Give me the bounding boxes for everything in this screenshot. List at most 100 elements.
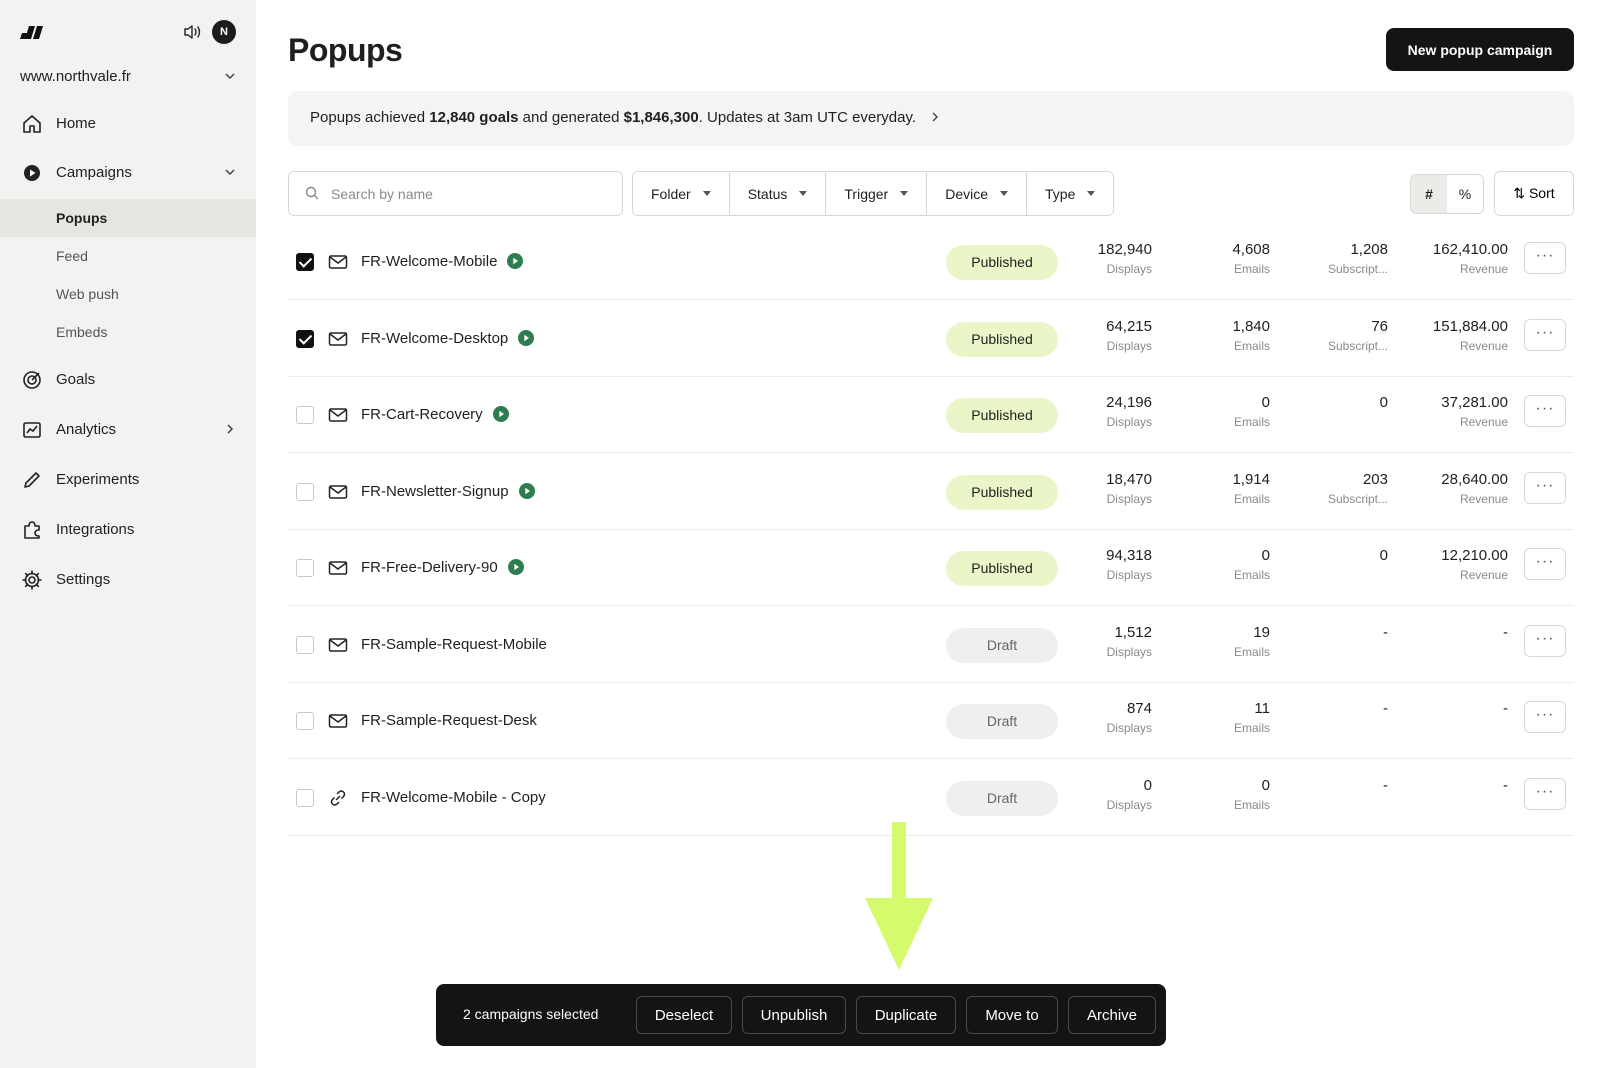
campaign-name: FR-Welcome-Desktop (361, 329, 509, 347)
more-options-button[interactable]: ··· (1524, 242, 1566, 274)
metric-value: 162,410.00 (1432, 241, 1508, 258)
campaign-name-cell[interactable]: FR-Welcome-Desktop (361, 329, 535, 347)
metric-label: Revenue (1459, 568, 1508, 582)
campaign-name-cell[interactable]: FR-Free-Delivery-90 (361, 559, 524, 576)
deselect-button[interactable]: Deselect (636, 996, 732, 1034)
subnav-item-feed[interactable]: Feed (0, 237, 256, 275)
metric-value: 0 (1143, 776, 1152, 794)
table-row[interactable]: FR-Cart-Recovery Published 24,196 Displays 0… (288, 377, 1574, 453)
campaign-name-cell[interactable]: FR-Cart-Recovery (361, 406, 509, 423)
mail-icon (328, 561, 348, 575)
metric-value: - (1383, 776, 1388, 794)
filter-type[interactable]: Type (1027, 172, 1114, 215)
emails-metric: 0 Emails (1150, 777, 1270, 812)
brand-logo-icon[interactable] (20, 24, 48, 42)
row-checkbox[interactable] (296, 635, 314, 654)
subscriptions-metric: - (1268, 624, 1388, 645)
subnav-label: Web push (56, 286, 119, 302)
row-checkbox[interactable] (296, 788, 314, 807)
speaker-icon[interactable] (183, 24, 203, 40)
nav-item-home[interactable]: Home (0, 103, 256, 143)
gear-icon (22, 570, 42, 590)
banner-revenue: $1,846,300 (623, 109, 699, 126)
row-checkbox[interactable] (296, 329, 314, 348)
filter-trigger[interactable]: Trigger (826, 172, 928, 215)
metric-label: Displays (1106, 644, 1152, 659)
subnav-label: Popups (56, 210, 108, 226)
more-options-button[interactable]: ··· (1524, 777, 1566, 810)
row-checkbox[interactable] (296, 406, 314, 424)
metric-value: 0 (1379, 394, 1388, 411)
table-row[interactable]: FR-Welcome-Desktop Published 64,215 Display… (288, 301, 1574, 377)
table-row[interactable]: FR-Sample-Request-Mobile Draft 1,512 Displa… (288, 607, 1574, 683)
subscriptions-metric: 76 Subscript... (1268, 318, 1388, 353)
nav-label: Analytics (56, 421, 117, 438)
archive-button[interactable]: Archive (1068, 996, 1156, 1034)
chevron-down-icon (225, 169, 235, 176)
campaign-name-cell[interactable]: FR-Sample-Request-Mobile (361, 636, 547, 653)
stats-banner[interactable]: Popups achieved 12,840 goals and generat… (288, 91, 1574, 146)
new-popup-campaign-button[interactable]: New popup campaign (1386, 28, 1574, 71)
nav-item-goals[interactable]: Goals (0, 359, 256, 399)
table-row[interactable]: FR-Free-Delivery-90 Published 94,318 Displa… (288, 530, 1574, 606)
nav-item-settings[interactable]: Settings (0, 559, 256, 599)
campaign-name-cell[interactable]: FR-Welcome-Mobile (361, 253, 524, 270)
more-options-button[interactable]: ··· (1524, 318, 1566, 351)
unpublish-button[interactable]: Unpublish (742, 996, 846, 1034)
toggle-percent[interactable]: % (1447, 175, 1483, 213)
emails-metric: 1,840 Emails (1150, 318, 1270, 353)
more-options-button[interactable]: ··· (1524, 548, 1566, 580)
filter-label: Device (945, 185, 989, 202)
table-row[interactable]: FR-Welcome-Mobile Published 182,940 Display… (288, 224, 1574, 300)
sort-button[interactable]: ⇅ Sort (1494, 171, 1574, 216)
caret-down-icon (900, 191, 909, 196)
table-row[interactable]: FR-Sample-Request-Desk Draft 874 Displays 11… (288, 683, 1574, 759)
active-play-icon (518, 329, 535, 346)
metric-label: Displays (1106, 338, 1152, 353)
filter-device[interactable]: Device (927, 172, 1028, 215)
subnav-label: Embeds (56, 324, 108, 340)
more-options-button[interactable]: ··· (1524, 471, 1566, 504)
row-checkbox[interactable] (296, 482, 314, 501)
subnav-item-web-push[interactable]: Web push (0, 275, 256, 313)
site-selector[interactable]: www.northvale.fr (20, 68, 236, 88)
puzzle-icon (24, 521, 40, 539)
search-box[interactable] (288, 171, 623, 216)
row-checkbox[interactable] (296, 712, 314, 730)
duplicate-button[interactable]: Duplicate (856, 996, 956, 1034)
avatar[interactable]: N (212, 20, 236, 44)
row-checkbox[interactable] (296, 253, 314, 271)
row-checkbox[interactable] (296, 559, 314, 577)
campaign-name-cell[interactable]: FR-Welcome-Mobile - Copy (361, 789, 546, 806)
move-to-button[interactable]: Move to (966, 996, 1058, 1034)
nav-item-integrations[interactable]: Integrations (0, 509, 256, 549)
campaign-name: FR-Welcome-Mobile (361, 253, 498, 270)
campaign-name-cell[interactable]: FR-Newsletter-Signup (361, 482, 535, 500)
selection-count: 2 campaigns selected (463, 1006, 599, 1022)
campaign-name-cell[interactable]: FR-Sample-Request-Desk (361, 712, 537, 729)
search-input[interactable] (331, 184, 611, 204)
toggle-absolute[interactable]: # (1411, 175, 1447, 213)
metric-value: 94,318 (1106, 547, 1152, 564)
subnav-item-embeds[interactable]: Embeds (0, 313, 256, 351)
nav-label: Campaigns (56, 164, 132, 181)
filter-status[interactable]: Status (729, 172, 827, 215)
subnav-label: Feed (56, 248, 88, 264)
metric-value: - (1383, 700, 1388, 717)
nav-item-experiments[interactable]: Experiments (0, 459, 256, 499)
more-options-button[interactable]: ··· (1524, 701, 1566, 733)
more-options-button[interactable]: ··· (1524, 395, 1566, 427)
caret-down-icon (799, 191, 808, 196)
filter-folder[interactable]: Folder (633, 172, 730, 215)
more-options-button[interactable]: ··· (1524, 624, 1566, 657)
emails-metric: 11 Emails (1150, 700, 1270, 735)
metric-value: 0 (1261, 547, 1270, 564)
subnav-item-popups[interactable]: Popups (0, 199, 256, 237)
nav-item-analytics[interactable]: Analytics (0, 409, 256, 449)
table-row[interactable]: FR-Newsletter-Signup Published 18,470 Displ… (288, 454, 1574, 530)
metric-label: Emails (1233, 491, 1270, 506)
nav-item-campaigns[interactable]: Campaigns (0, 152, 256, 192)
metric-value: 0 (1261, 394, 1270, 411)
chevron-right-icon (932, 112, 939, 122)
metric-label: Revenue (1459, 415, 1508, 429)
